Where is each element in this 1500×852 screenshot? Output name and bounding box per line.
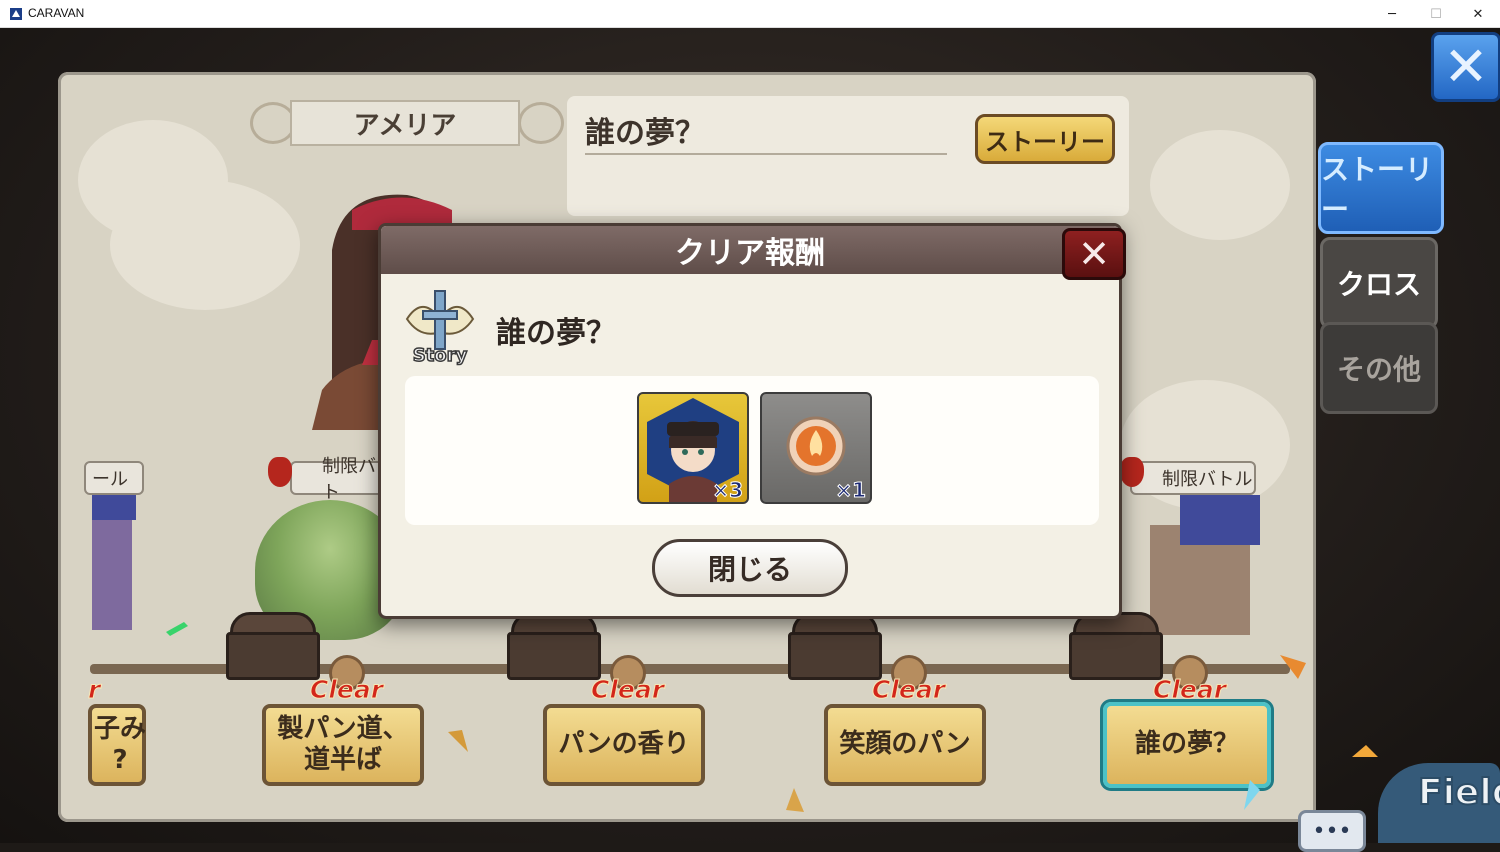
window-close-button[interactable]: ✕ <box>1456 0 1500 28</box>
house-decoration <box>92 510 132 630</box>
limited-battle-badge: 制限バトル <box>1130 461 1256 495</box>
cloud-decoration <box>110 180 300 310</box>
close-button[interactable]: 閉じる <box>652 539 848 597</box>
clear-reward-dialog: クリア報酬 ✕ Story 誰の夢？ ×3 ×1 閉じる <box>378 223 1126 619</box>
cloud-decoration <box>1150 130 1290 240</box>
limited-battle-badge: ール <box>84 461 144 495</box>
story-button[interactable]: ストーリー <box>975 114 1115 164</box>
minimize-button[interactable]: ─ <box>1370 0 1414 28</box>
reward-list: ×3 ×1 <box>405 376 1099 525</box>
confetti-decoration <box>1280 655 1306 679</box>
stage-button[interactable]: 製パン道、 道半ば <box>262 704 424 786</box>
reward-character-portrait[interactable]: ×3 <box>637 392 749 504</box>
dialog-header: クリア報酬 <box>381 226 1119 274</box>
ornament-right <box>518 102 564 144</box>
character-name: アメリア <box>290 100 520 146</box>
clear-label: Clear <box>590 675 665 705</box>
clear-label: Clear <box>309 675 384 705</box>
story-icon-label: Story <box>413 345 468 366</box>
confetti-decoration <box>1244 780 1260 810</box>
confetti-decoration <box>166 622 188 636</box>
demon-mask-icon <box>268 457 292 487</box>
window-title: CARAVAN <box>28 6 85 20</box>
stage-button[interactable]: パンの香り <box>543 704 705 786</box>
divider <box>585 153 947 155</box>
tab-other[interactable]: その他 <box>1320 322 1438 414</box>
reward-count: ×1 <box>835 478 867 503</box>
tab-story[interactable]: ストーリー <box>1318 142 1444 234</box>
app-icon <box>10 8 22 20</box>
story-title: 誰の夢？ <box>585 116 705 151</box>
stage-button[interactable]: 笑顔のパン <box>824 704 986 786</box>
clear-label: Clear <box>871 675 946 705</box>
confetti-decoration <box>1352 745 1378 757</box>
stage-button[interactable]: 子み ? <box>88 704 146 786</box>
dialog-stage-title: 誰の夢？ <box>496 316 616 351</box>
stage-button-selected[interactable]: 誰の夢？ <box>1103 702 1271 788</box>
more-menu-button[interactable]: ••• <box>1298 810 1366 852</box>
roof-decoration <box>1180 495 1260 545</box>
clear-label: Clear <box>1152 675 1227 705</box>
confetti-decoration <box>448 730 468 752</box>
window-titlebar: CARAVAN ─ ☐ ✕ <box>0 0 1500 28</box>
confetti-decoration <box>786 788 804 812</box>
tab-cross[interactable]: クロス <box>1320 237 1438 329</box>
story-sword-icon: Story <box>405 290 475 367</box>
limited-battle-badge: 制限バト <box>290 456 390 503</box>
field-button-label[interactable]: Field <box>1417 771 1500 814</box>
reward-item[interactable]: ×1 <box>760 392 872 504</box>
reward-count: ×3 <box>712 478 744 503</box>
treasure-chest-icon[interactable] <box>220 606 320 680</box>
demon-mask-icon <box>1120 457 1144 487</box>
close-menu-button[interactable]: ✕ <box>1431 32 1500 102</box>
maximize-button[interactable]: ☐ <box>1414 0 1458 28</box>
clear-label: r <box>87 675 101 705</box>
dialog-close-icon[interactable]: ✕ <box>1062 228 1126 280</box>
